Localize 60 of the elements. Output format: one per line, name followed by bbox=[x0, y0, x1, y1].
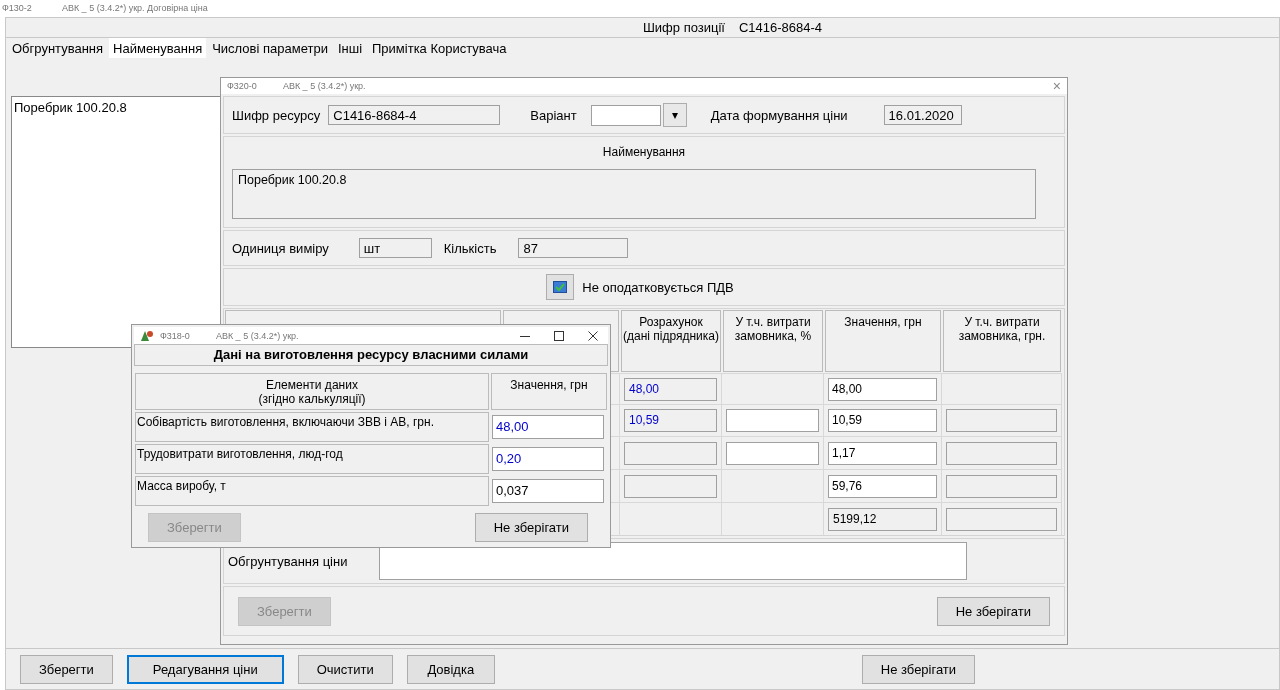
value-field[interactable]: 48,00 bbox=[492, 415, 604, 439]
column-header: У т.ч. витрати замовника, грн. bbox=[943, 310, 1061, 372]
field-label: Обгрунтування ціни bbox=[228, 553, 348, 569]
value-field[interactable]: 0,20 bbox=[492, 447, 604, 471]
checked-icon bbox=[553, 281, 568, 293]
row-label: Масса виробу, т bbox=[135, 476, 489, 506]
close-button[interactable]: × bbox=[1052, 78, 1061, 94]
tab[interactable]: Найменування bbox=[109, 38, 207, 58]
header-value: С1416-8684-4 bbox=[738, 20, 823, 35]
justification-textarea[interactable] bbox=[379, 542, 968, 580]
column-header: У т.ч. витрати замовника, % bbox=[723, 310, 823, 372]
dialog-title: АВК _ 5 (3.4.2*) укр. bbox=[215, 330, 299, 341]
discard-button[interactable]: Не зберігати bbox=[936, 596, 1050, 626]
action-button[interactable]: Довідка bbox=[406, 654, 495, 684]
discard-button[interactable]: Не зберігати bbox=[474, 513, 588, 542]
form-code: Ф318-0 bbox=[160, 330, 190, 341]
value-field[interactable]: 10,59 bbox=[828, 409, 937, 432]
discard-button[interactable]: Не зберігати bbox=[861, 654, 976, 684]
value-field: 48,00 bbox=[624, 377, 717, 401]
form-code: Ф130-2 bbox=[2, 3, 32, 13]
maximize-icon[interactable] bbox=[554, 330, 564, 341]
column-header: Значення, грн bbox=[491, 373, 607, 410]
field-label: Кількість bbox=[443, 240, 497, 256]
field-label: Варіант bbox=[530, 107, 577, 123]
column-header: Значення, грн bbox=[825, 310, 941, 372]
app-icon bbox=[140, 329, 154, 342]
row-label: Собівартість виготовлення, включаючи ЗВВ і АВ, грн. bbox=[135, 412, 489, 442]
date-field: 16.01.2020 bbox=[883, 105, 962, 125]
vat-label: Не оподатковується ПДВ bbox=[582, 279, 734, 295]
value-field: 10,59 bbox=[624, 409, 717, 432]
row-label: Трудовитрати виготовлення, люд-год bbox=[135, 444, 489, 474]
section-heading: Найменування bbox=[601, 145, 687, 159]
name-text: Поребрик 100.20.8 bbox=[238, 173, 347, 187]
save-button[interactable]: Зберегти bbox=[20, 654, 113, 684]
value-field[interactable]: 59,76 bbox=[828, 474, 937, 498]
value-field[interactable]: 1,17 bbox=[828, 441, 937, 465]
quantity-field: 87 bbox=[518, 238, 629, 258]
close-icon[interactable] bbox=[588, 330, 598, 341]
variant-field[interactable] bbox=[590, 104, 661, 126]
value-field[interactable]: 48,00 bbox=[828, 377, 937, 401]
field-label: Одиниця виміру bbox=[232, 240, 329, 256]
window-title: АВК _ 5 (3.4.2*) укр. Договірна ціна bbox=[61, 3, 208, 13]
value-field: 5199,12 bbox=[828, 507, 937, 531]
vat-toggle[interactable] bbox=[546, 274, 575, 300]
column-header: Елементи даних (згідно калькуляції) bbox=[135, 373, 489, 410]
form-code: Ф320-0 bbox=[227, 81, 257, 91]
header-label: Шифр позиції bbox=[642, 20, 725, 35]
action-button[interactable]: Редагування ціни bbox=[126, 654, 284, 684]
dialog-title: АВК _ 5 (3.4.2*) укр. bbox=[282, 81, 366, 91]
name-textarea[interactable]: Поребрик 100.20.8 bbox=[232, 169, 1036, 219]
dialog-heading: Дані на виготовлення ресурсу власними силами bbox=[134, 344, 608, 366]
unit-field: шт bbox=[358, 238, 432, 258]
field-label: Дата формування ціни bbox=[710, 107, 848, 123]
list-item[interactable]: Поребрик 100.20.8 bbox=[14, 100, 219, 115]
action-button[interactable]: Очистити bbox=[297, 654, 393, 684]
field-label: Шифр ресурсу bbox=[232, 107, 321, 123]
value-field[interactable]: 0,037 bbox=[492, 479, 604, 503]
dropdown-button[interactable]: ▾ bbox=[662, 103, 687, 127]
column-header: Розрахунок (дані підрядника) bbox=[621, 310, 721, 372]
resource-code-field: С1416-8684-4 bbox=[328, 105, 501, 125]
